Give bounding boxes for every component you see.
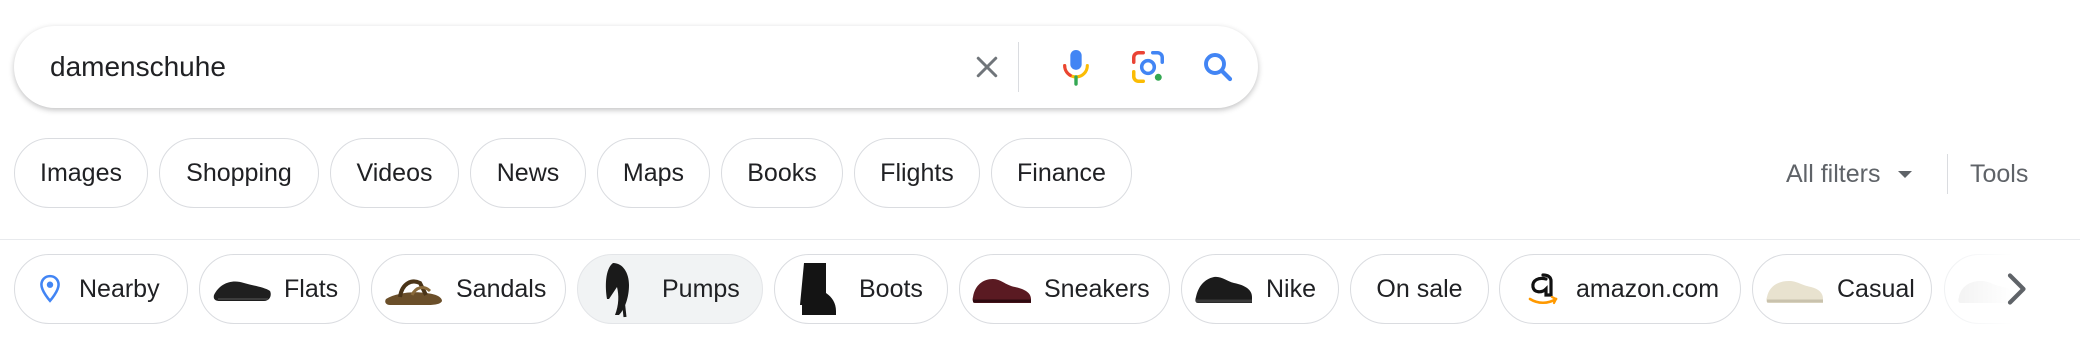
tab-videos[interactable]: Videos bbox=[330, 138, 459, 208]
tab-label: News bbox=[496, 158, 560, 187]
tools-divider bbox=[1947, 154, 1948, 194]
chevron-right-icon bbox=[2007, 273, 2026, 305]
tab-finance[interactable]: Finance bbox=[991, 138, 1132, 208]
sandal-image bbox=[376, 255, 452, 323]
tab-maps[interactable]: Maps bbox=[597, 138, 710, 208]
chip-label: Nike bbox=[1266, 274, 1317, 303]
refine-chip-sandals[interactable]: Sandals bbox=[371, 254, 566, 324]
refine-chip-amazon[interactable]: amazon.com bbox=[1499, 254, 1741, 324]
scroll-right-button[interactable] bbox=[1994, 267, 2038, 311]
caret-down-icon bbox=[1898, 170, 1913, 178]
chip-label: On sale bbox=[1376, 274, 1463, 303]
refine-chip-pumps[interactable]: Pumps bbox=[577, 254, 763, 324]
refine-chip-on-sale[interactable]: On sale bbox=[1350, 254, 1489, 324]
tab-label: Flights bbox=[880, 158, 954, 187]
casual-shoe-image bbox=[1757, 255, 1833, 323]
tab-shopping[interactable]: Shopping bbox=[159, 138, 319, 208]
tab-label: Maps bbox=[622, 158, 685, 187]
refine-chip-nike[interactable]: Nike bbox=[1181, 254, 1339, 324]
tab-label: Shopping bbox=[186, 158, 292, 187]
search-box-divider bbox=[1018, 42, 1019, 92]
voice-search-button[interactable] bbox=[1051, 42, 1101, 92]
tab-flights[interactable]: Flights bbox=[854, 138, 980, 208]
location-pin-icon bbox=[40, 274, 60, 303]
close-icon bbox=[976, 56, 998, 78]
tab-label: Finance bbox=[1017, 158, 1106, 187]
tab-label: Videos bbox=[356, 158, 433, 187]
chip-label: Casual bbox=[1837, 274, 1915, 303]
chip-label: Pumps bbox=[662, 274, 740, 303]
tab-label: Books bbox=[747, 158, 817, 187]
amazon-logo-icon bbox=[1528, 273, 1558, 305]
flat-shoe-image bbox=[204, 255, 280, 323]
tab-images[interactable]: Images bbox=[14, 138, 148, 208]
search-submit-button[interactable] bbox=[1193, 42, 1243, 92]
camera-lens-icon bbox=[1132, 51, 1164, 83]
refine-chip-nearby[interactable]: Nearby bbox=[14, 254, 188, 324]
clear-search-button[interactable] bbox=[964, 44, 1010, 90]
search-icon bbox=[1204, 53, 1233, 82]
tab-label: Images bbox=[40, 158, 122, 187]
all-filters-label: All filters bbox=[1786, 159, 1881, 188]
chip-label: amazon.com bbox=[1576, 274, 1720, 303]
tab-books[interactable]: Books bbox=[721, 138, 843, 208]
microphone-icon bbox=[1063, 50, 1089, 86]
chip-label: Sandals bbox=[456, 274, 547, 303]
all-filters-button[interactable]: All filters bbox=[1786, 154, 1913, 194]
section-divider bbox=[0, 239, 2080, 240]
tab-news[interactable]: News bbox=[470, 138, 586, 208]
boot-image bbox=[779, 255, 855, 323]
search-box[interactable]: damenschuhe bbox=[14, 26, 1258, 108]
nike-shoe-image bbox=[1186, 255, 1262, 323]
chip-label: Flats bbox=[284, 274, 339, 303]
refine-chip-sneakers[interactable]: Sneakers bbox=[959, 254, 1170, 324]
sneaker-image bbox=[964, 255, 1040, 323]
image-search-button[interactable] bbox=[1123, 42, 1173, 92]
chip-label: Boots bbox=[859, 274, 923, 303]
refine-chip-casual[interactable]: Casual bbox=[1752, 254, 1932, 324]
tools-button[interactable]: Tools bbox=[1970, 154, 2028, 194]
search-input[interactable]: damenschuhe bbox=[50, 48, 226, 86]
refine-chip-boots[interactable]: Boots bbox=[774, 254, 948, 324]
chip-label: Sneakers bbox=[1044, 274, 1150, 303]
chip-label: Nearby bbox=[79, 274, 160, 303]
pump-shoe-image bbox=[582, 255, 658, 323]
refine-chip-flats[interactable]: Flats bbox=[199, 254, 360, 324]
